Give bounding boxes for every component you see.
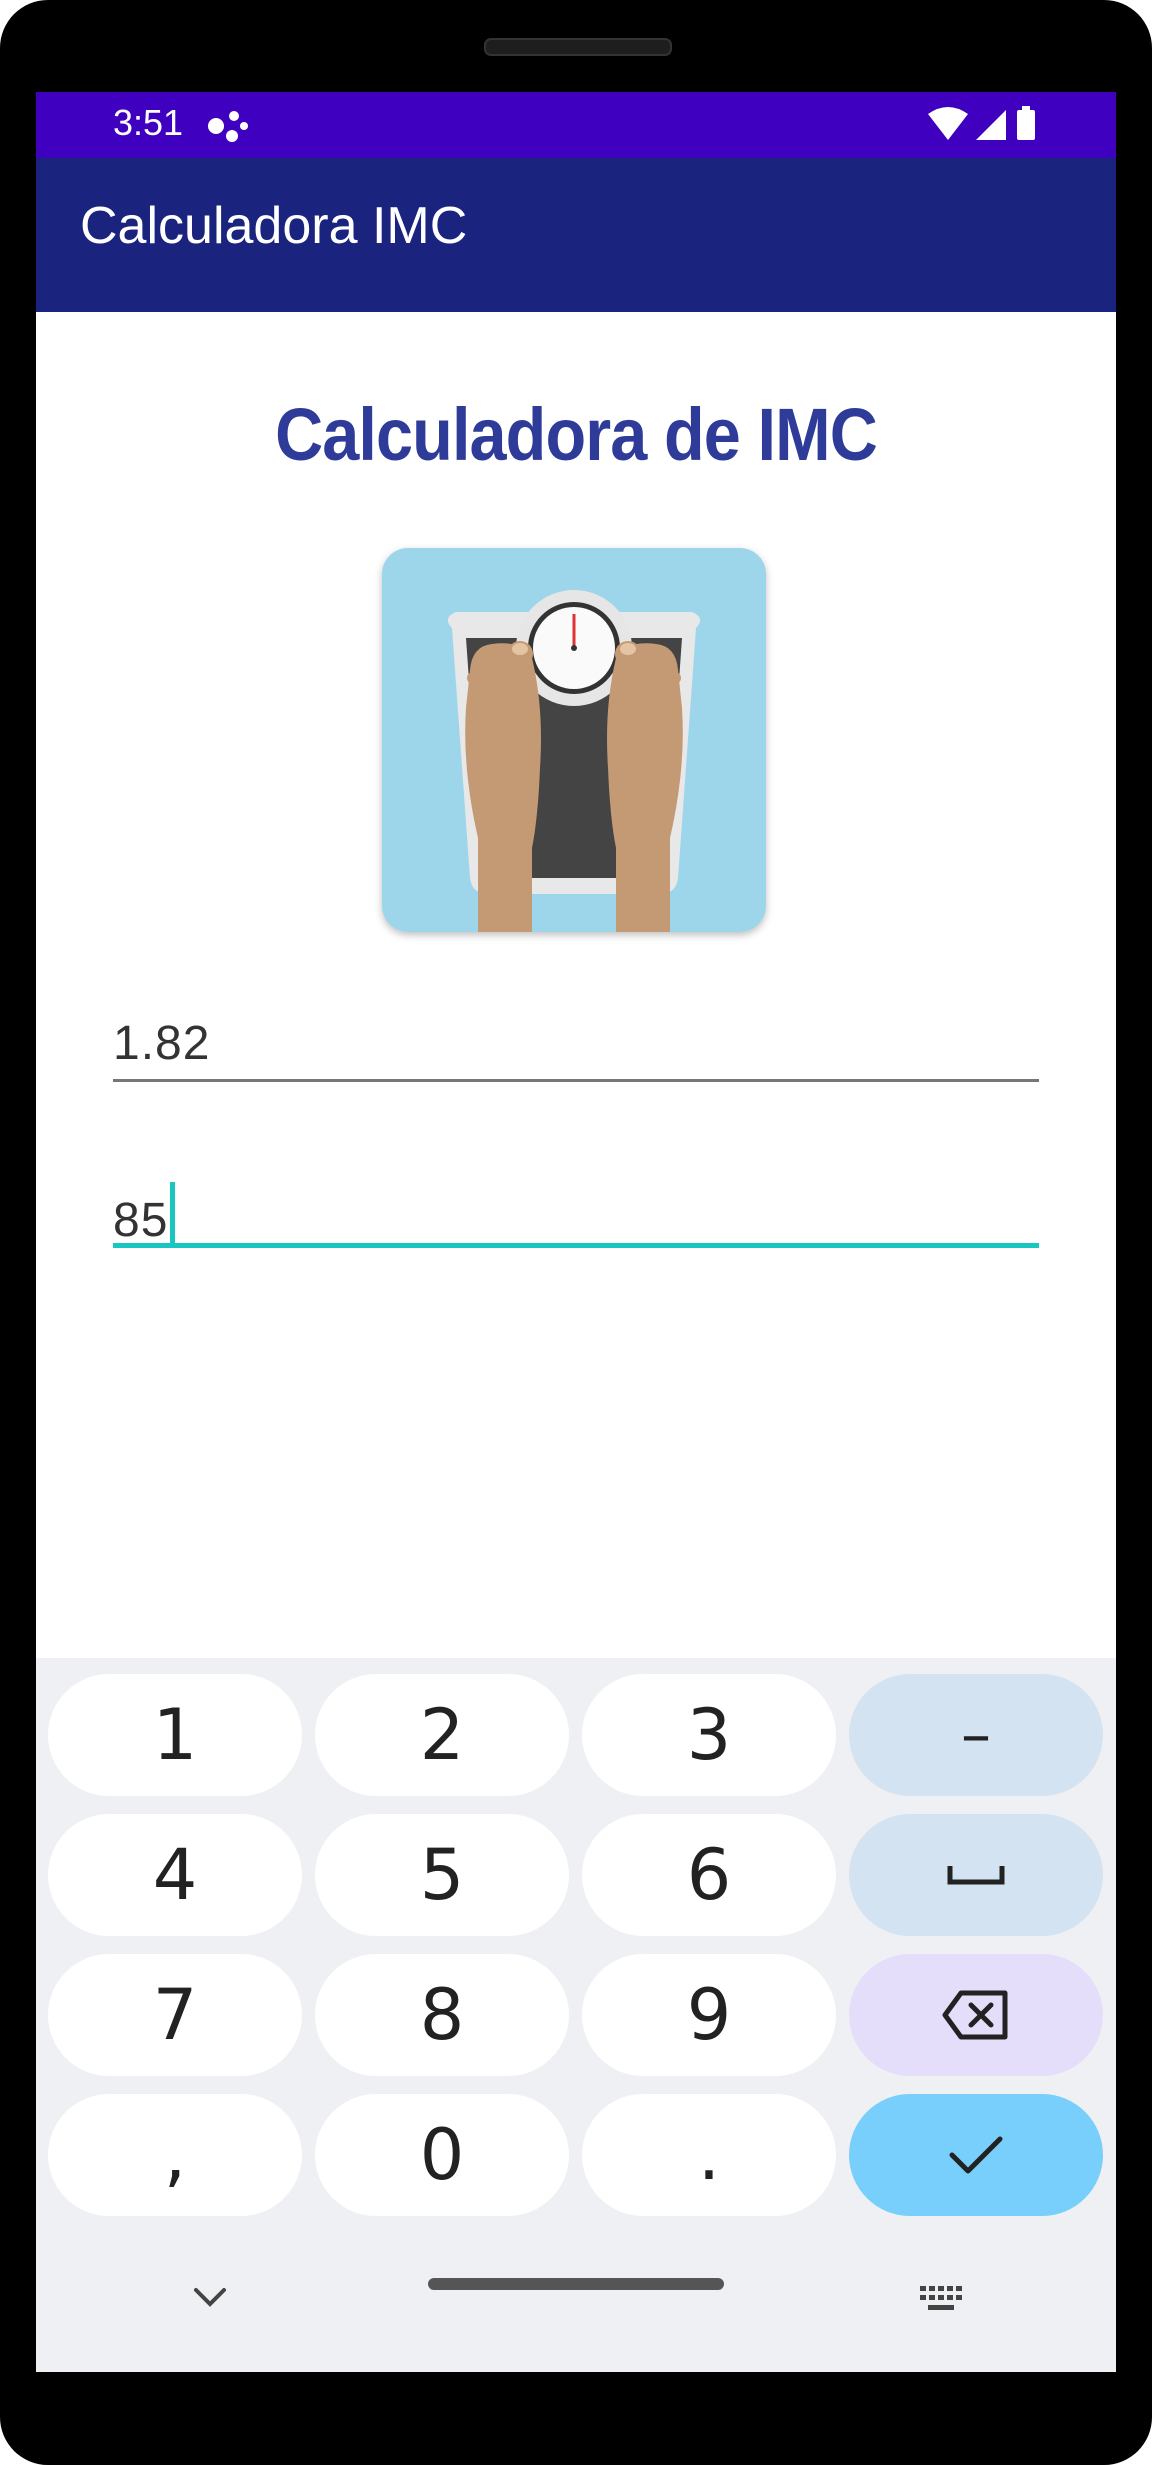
system-status-icons: [928, 106, 1035, 140]
status-time: 3:51: [113, 102, 184, 143]
key-5[interactable]: 5: [315, 1814, 569, 1936]
key-minus[interactable]: –: [849, 1674, 1103, 1796]
weight-value-wrap: 85: [113, 1182, 176, 1248]
key-7[interactable]: 7: [48, 1954, 302, 2076]
status-bar: 3:51: [36, 92, 1116, 158]
keyboard-icon[interactable]: [918, 2284, 964, 2314]
height-underline: [113, 1079, 1039, 1082]
key-9[interactable]: 9: [582, 1954, 836, 2076]
key-6-label: 6: [686, 1834, 732, 1916]
height-value: 1.82: [113, 1017, 211, 1070]
key-9-label: 9: [686, 1974, 732, 2056]
weight-field[interactable]: 85: [113, 1178, 1039, 1248]
main-content: Calculadora de IMC 1.82 85: [36, 312, 1116, 1760]
height-field[interactable]: 1.82: [113, 1012, 1039, 1082]
key-period[interactable]: .: [582, 2094, 836, 2216]
key-comma-label: ,: [163, 2114, 187, 2196]
key-minus-label: –: [961, 1700, 991, 1770]
home-indicator[interactable]: [428, 2278, 724, 2290]
weight-value: 85: [113, 1194, 169, 1247]
numeric-keyboard: 1 2 3 – 4 5 6 7 8 9 , 0 .: [36, 1658, 1116, 2372]
speaker-grille: [484, 38, 672, 56]
space-icon: [947, 1866, 1005, 1885]
key-0-label: 0: [419, 2114, 465, 2196]
key-2[interactable]: 2: [315, 1674, 569, 1796]
key-0[interactable]: 0: [315, 2094, 569, 2216]
signal-icon: [976, 110, 1006, 140]
weight-underline: [113, 1243, 1039, 1248]
key-3-label: 3: [686, 1694, 732, 1776]
page-heading: Calculadora de IMC: [275, 393, 878, 476]
key-6[interactable]: 6: [582, 1814, 836, 1936]
text-cursor: [170, 1182, 176, 1246]
app-bar: Calculadora IMC: [36, 158, 1116, 312]
key-7-label: 7: [152, 1974, 198, 2056]
key-1-label: 1: [152, 1694, 198, 1776]
key-comma[interactable]: ,: [48, 2094, 302, 2216]
wifi-icon: [928, 107, 968, 140]
key-period-label: .: [697, 2114, 721, 2196]
key-1[interactable]: 1: [48, 1674, 302, 1796]
checkmark-icon: [949, 2136, 1003, 2174]
key-backspace[interactable]: [849, 1954, 1103, 2076]
key-space[interactable]: [849, 1814, 1103, 1936]
key-done[interactable]: [849, 2094, 1103, 2216]
key-8[interactable]: 8: [315, 1954, 569, 2076]
key-2-label: 2: [419, 1694, 465, 1776]
chevron-down-icon[interactable]: [192, 2286, 228, 2310]
key-8-label: 8: [419, 1974, 465, 2056]
notification-dots-icon: [208, 111, 248, 142]
battery-icon: [1017, 106, 1035, 140]
key-4[interactable]: 4: [48, 1814, 302, 1936]
backspace-icon: [942, 1990, 1008, 2040]
key-4-label: 4: [152, 1834, 198, 1916]
bathroom-scale-image: [382, 548, 766, 932]
device-frame: 3:51 Calculadora IMC Calculadora de IMC …: [0, 0, 1152, 2465]
key-5-label: 5: [419, 1834, 465, 1916]
key-3[interactable]: 3: [582, 1674, 836, 1796]
app-title: Calculadora IMC: [80, 197, 468, 255]
screen: 3:51 Calculadora IMC Calculadora de IMC …: [36, 92, 1116, 2372]
